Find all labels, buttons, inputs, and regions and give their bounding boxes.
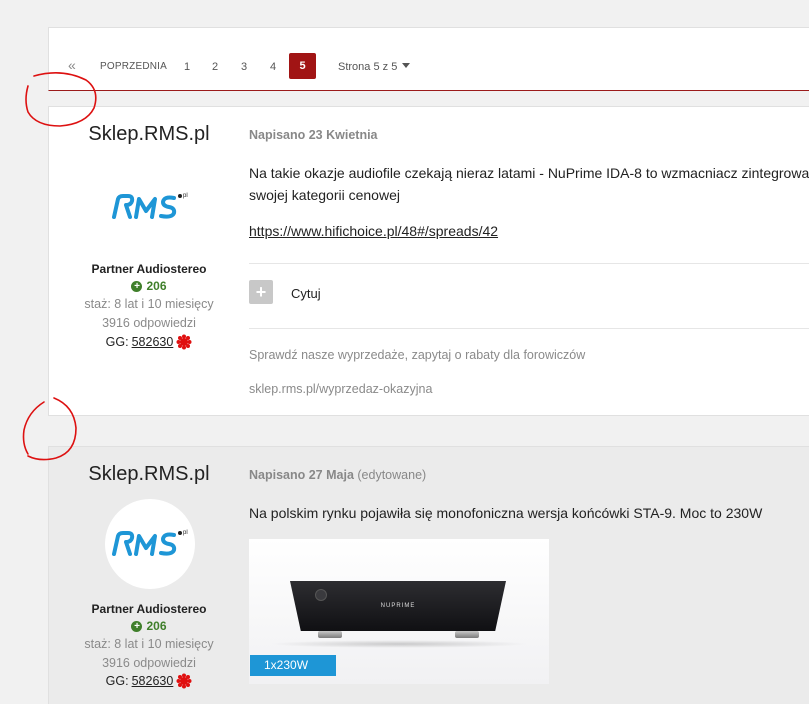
previous-page-link[interactable]: POPRZEDNIA <box>100 61 167 72</box>
page-jump-label: Strona 5 z 5 <box>338 61 398 73</box>
caret-down-icon <box>402 63 411 68</box>
post-date[interactable]: Napisano 23 Kwietnia <box>249 128 378 142</box>
gg-contact: GG: 582630 <box>49 673 249 689</box>
amplifier-graphic: NUPRIME <box>290 581 506 631</box>
avatar[interactable]: pl <box>105 499 195 589</box>
signature-text: Sprawdź nasze wyprzedaże, zapytaj o raba… <box>249 348 586 362</box>
member-rank: Partner Audiostereo <box>91 602 207 616</box>
gg-number-link[interactable]: 582630 <box>132 674 174 688</box>
reputation-count: 206 <box>146 619 167 633</box>
power-tag: 1x230W <box>250 655 336 676</box>
post-content: Napisano 23 Kwietnia Na takie okazje aud… <box>249 107 809 417</box>
author-name[interactable]: Sklep.RMS.pl <box>49 123 249 146</box>
gg-contact: GG: 582630 <box>49 334 249 350</box>
reputation-count: 206 <box>146 279 167 293</box>
page-jump-dropdown[interactable]: Strona 5 z 5 <box>338 61 411 73</box>
svg-text:pl: pl <box>183 530 188 536</box>
signature-link[interactable]: sklep.rms.pl/wyprzedaz-okazyjna <box>249 382 432 396</box>
rms-logo-icon: pl <box>112 193 188 219</box>
post-date[interactable]: Napisano 27 Maja (edytowane) <box>249 468 426 482</box>
amp-shadow <box>269 640 529 648</box>
post-body-line: Na takie okazje audiofile czekają nieraz… <box>249 165 809 181</box>
post-link[interactable]: https://www.hifichoice.pl/48#/spreads/42 <box>249 223 498 239</box>
member-replies: 3916 odpowiedzi <box>102 656 196 670</box>
post-content: Napisano 27 Maja (edytowane) Na polskim … <box>249 447 809 704</box>
pagination-bar: « POPRZEDNIA 1 2 3 4 5 Strona 5 z 5 <box>48 27 809 91</box>
page-link-2[interactable]: 2 <box>212 61 218 73</box>
double-chevron-left-icon[interactable]: « <box>68 58 76 72</box>
amp-knob <box>315 589 327 601</box>
reputation-badge[interactable]: + 206 <box>49 619 249 633</box>
svg-text:pl: pl <box>183 193 188 199</box>
divider <box>249 328 809 329</box>
quote-button[interactable]: Cytuj <box>291 286 321 301</box>
page-link-3[interactable]: 3 <box>241 61 247 73</box>
product-image[interactable]: NUPRIME 1x230W <box>249 539 549 684</box>
plus-icon[interactable]: + <box>249 280 273 304</box>
post-date-text: Napisano 27 Maja <box>249 468 354 482</box>
amp-brand-label: NUPRIME <box>380 603 416 609</box>
avatar[interactable]: pl <box>105 162 195 252</box>
rms-logo-icon: pl <box>112 530 188 556</box>
gg-status-flower-icon <box>176 673 192 689</box>
member-rank: Partner Audiostereo <box>91 262 207 276</box>
member-tenure: staż: 8 lat i 10 miesięcy <box>84 297 214 311</box>
gg-label: GG: <box>105 674 129 688</box>
gg-label: GG: <box>105 335 129 349</box>
amp-foot <box>318 631 342 638</box>
page-current-5[interactable]: 5 <box>289 53 316 79</box>
forum-post: Sklep.RMS.pl pl Partner Audiostereo + 20… <box>48 106 809 416</box>
edited-label: (edytowane) <box>357 468 427 482</box>
divider <box>249 263 809 264</box>
member-replies: 3916 odpowiedzi <box>102 316 196 330</box>
post-body-line: swojej kategorii cenowej <box>249 187 400 203</box>
gg-status-flower-icon <box>176 334 192 350</box>
post-body-line: Na polskim rynku pojawiła się monofonicz… <box>249 505 763 521</box>
gg-number-link[interactable]: 582630 <box>132 335 174 349</box>
amp-foot <box>455 631 479 638</box>
page-link-4[interactable]: 4 <box>270 61 276 73</box>
plus-circle-icon: + <box>131 620 143 632</box>
plus-circle-icon: + <box>131 280 143 292</box>
reputation-badge[interactable]: + 206 <box>49 279 249 293</box>
author-name[interactable]: Sklep.RMS.pl <box>49 463 249 486</box>
member-tenure: staż: 8 lat i 10 miesięcy <box>84 637 214 651</box>
forum-post: Sklep.RMS.pl pl Partner Audiostereo + 20… <box>48 446 809 704</box>
page-link-1[interactable]: 1 <box>184 61 190 73</box>
